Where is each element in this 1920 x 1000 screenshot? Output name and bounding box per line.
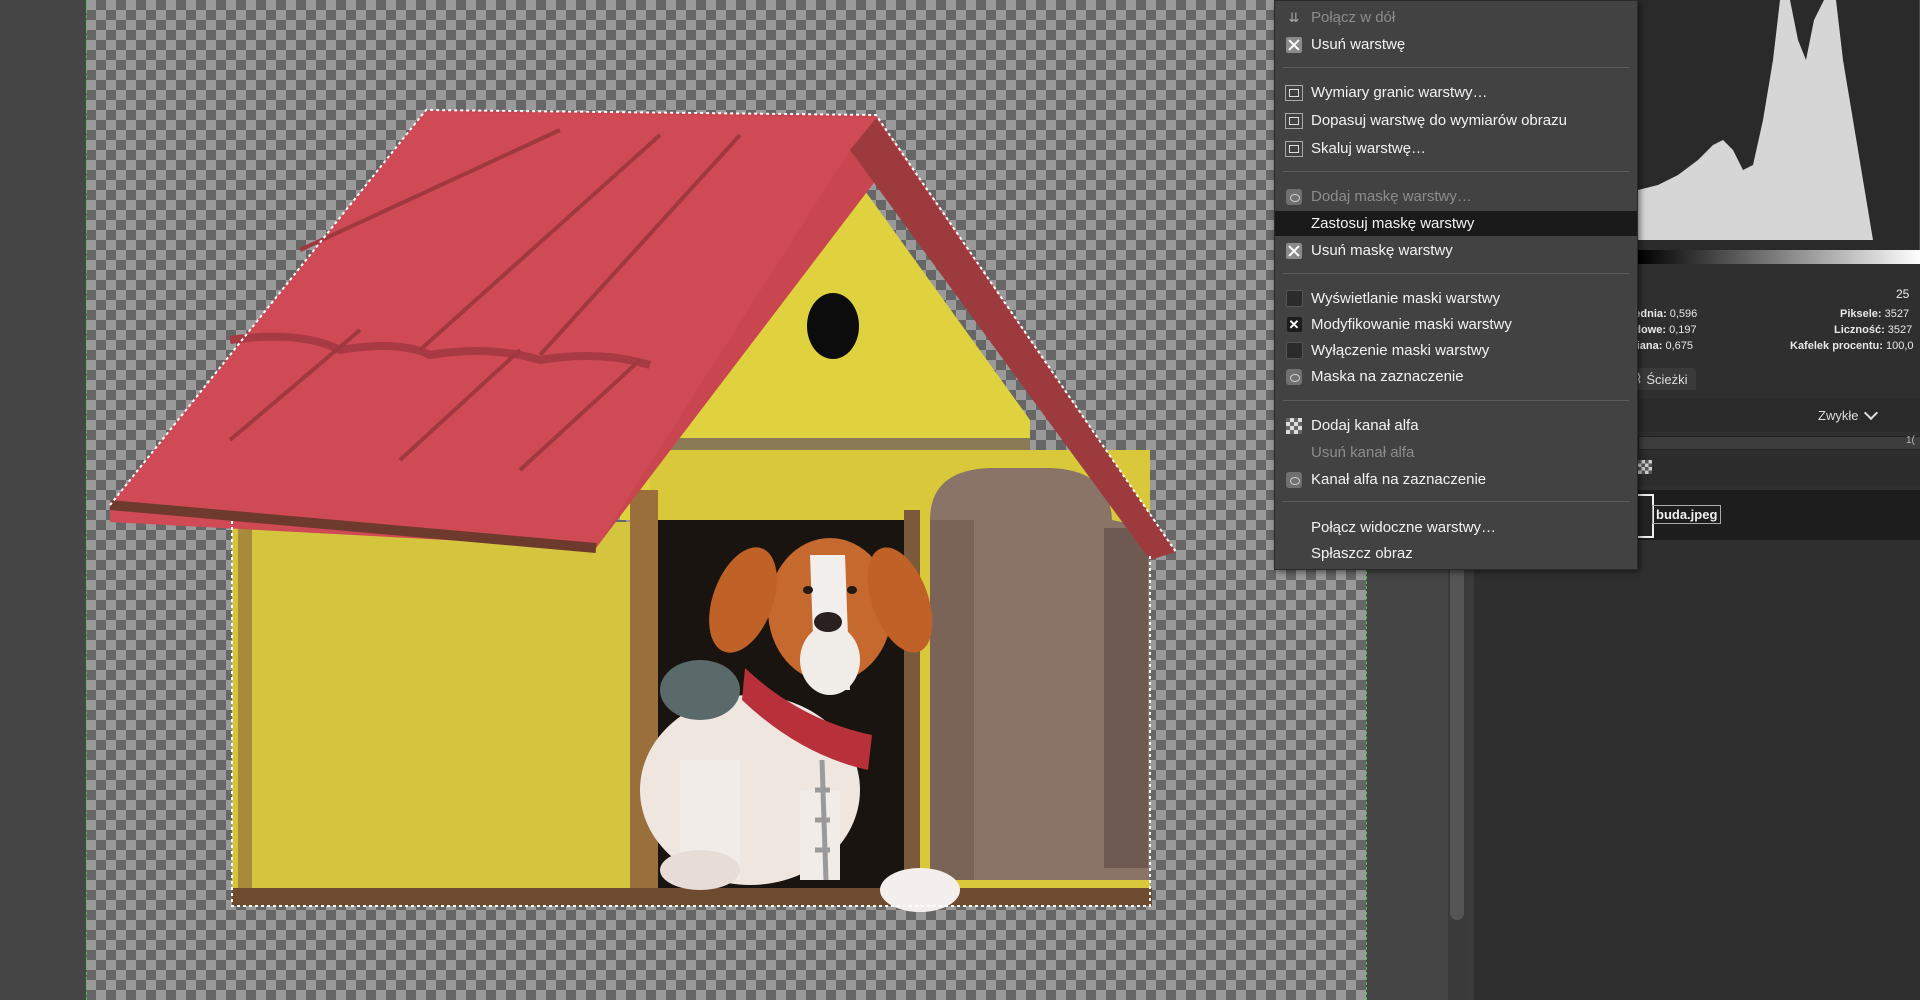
stat-median: diana: 0,675 [1630, 340, 1693, 352]
menu-item-disable-layer-mask[interactable]: Wyłączenie maski warstwy [1275, 338, 1637, 363]
doghouse-left-wall [232, 522, 652, 906]
checkbox-icon[interactable] [1285, 290, 1303, 307]
menu-separator [1283, 501, 1629, 502]
merge-down-icon: ⇊ [1288, 9, 1300, 25]
opacity-slider[interactable] [1638, 436, 1920, 450]
delete-icon [1286, 242, 1302, 259]
layer-mode-row [1638, 398, 1920, 432]
stat-stddev: rdowe: 0,197 [1630, 324, 1697, 336]
menu-item-delete-layer-mask[interactable]: Usuń maskę warstwy [1275, 238, 1637, 263]
stat-count: Liczność: 3527 [1834, 324, 1913, 336]
wall-post [630, 490, 658, 906]
lock-alpha-icon[interactable] [1638, 460, 1652, 474]
checkbox-icon[interactable] [1285, 342, 1303, 359]
image-canvas[interactable] [0, 0, 1448, 1000]
checkbox-checked-icon[interactable]: ✕ [1286, 317, 1302, 332]
menu-item-merge-down[interactable]: ⇊ Połącz w dół [1275, 5, 1637, 30]
histogram-range-value: 25 [1896, 287, 1910, 301]
menu-item-show-layer-mask[interactable]: Wyświetlanie maski warstwy [1275, 286, 1637, 311]
tab-paths[interactable]: ⌇ Ścieżki [1628, 368, 1696, 390]
doghouse-floor [232, 888, 1152, 906]
dock-divider[interactable] [1466, 560, 1474, 1000]
menu-item-flatten-image[interactable]: Spłaszcz obraz [1275, 541, 1637, 566]
lock-row [1638, 454, 1920, 486]
mask-to-selection-icon [1286, 368, 1302, 385]
menu-separator [1283, 67, 1629, 68]
menu-item-alpha-to-selection[interactable]: Kanał alfa na zaznaczenie [1275, 467, 1637, 492]
menu-item-mask-to-selection[interactable]: Maska na zaznaczenie [1275, 364, 1637, 389]
doghouse-image [109, 108, 1177, 912]
histogram-panel [1638, 0, 1920, 250]
layer-to-image-icon [1285, 112, 1303, 129]
menu-separator [1283, 273, 1629, 274]
delete-icon [1286, 36, 1302, 53]
menu-item-delete-layer[interactable]: Usuń warstwę [1275, 32, 1637, 57]
add-mask-icon [1286, 188, 1302, 205]
scrollbar-thumb[interactable] [1450, 560, 1464, 920]
stat-pixels: Piksele: 3527 [1840, 308, 1910, 320]
menu-item-layer-boundary-size[interactable]: Wymiary granic warstwy… [1275, 80, 1637, 105]
wall-edge-post [238, 522, 252, 906]
layer-name[interactable]: buda.jpeg [1652, 505, 1722, 524]
stat-percentile: Kafelek procentu: 100,0 [1790, 340, 1914, 352]
opacity-value: 1( [1906, 435, 1915, 446]
alpha-channel-icon [1286, 417, 1302, 434]
chevron-down-icon [1864, 405, 1879, 421]
scale-layer-icon [1285, 140, 1303, 157]
menu-item-scale-layer[interactable]: Skaluj warstwę… [1275, 136, 1637, 161]
layer-boundary-icon [1285, 84, 1303, 101]
menu-item-add-layer-mask[interactable]: Dodaj maskę warstwy… [1275, 184, 1637, 209]
alpha-to-selection-icon [1286, 471, 1302, 488]
histogram-graph [1638, 0, 1920, 250]
menu-item-remove-alpha-channel[interactable]: Usuń kanał alfa [1275, 440, 1637, 465]
door-side-board [1104, 528, 1148, 868]
gable-beam [660, 438, 1030, 450]
menu-item-layer-to-image-size[interactable]: Dopasuj warstwę do wymiarów obrazu [1275, 108, 1637, 133]
menu-separator [1283, 400, 1629, 401]
menu-item-merge-visible-layers[interactable]: Połącz widoczne warstwy… [1275, 515, 1637, 540]
layer-mode-select[interactable]: Zwykłe [1818, 404, 1879, 426]
menu-separator [1283, 171, 1629, 172]
gable-hole [807, 293, 859, 359]
menu-item-add-alpha-channel[interactable]: Dodaj kanał alfa [1275, 413, 1637, 438]
layer-context-menu: ⇊ Połącz w dół Usuń warstwę Wymiary gran… [1274, 0, 1638, 570]
stat-mean: rednia: 0,596 [1630, 308, 1698, 320]
histogram-gradient-bar [1638, 250, 1920, 264]
menu-item-edit-layer-mask[interactable]: ✕ Modyfikowanie maski warstwy [1275, 312, 1637, 337]
menu-item-apply-layer-mask[interactable]: Zastosuj maskę warstwy [1275, 211, 1637, 236]
door-hinge-board [930, 520, 974, 880]
